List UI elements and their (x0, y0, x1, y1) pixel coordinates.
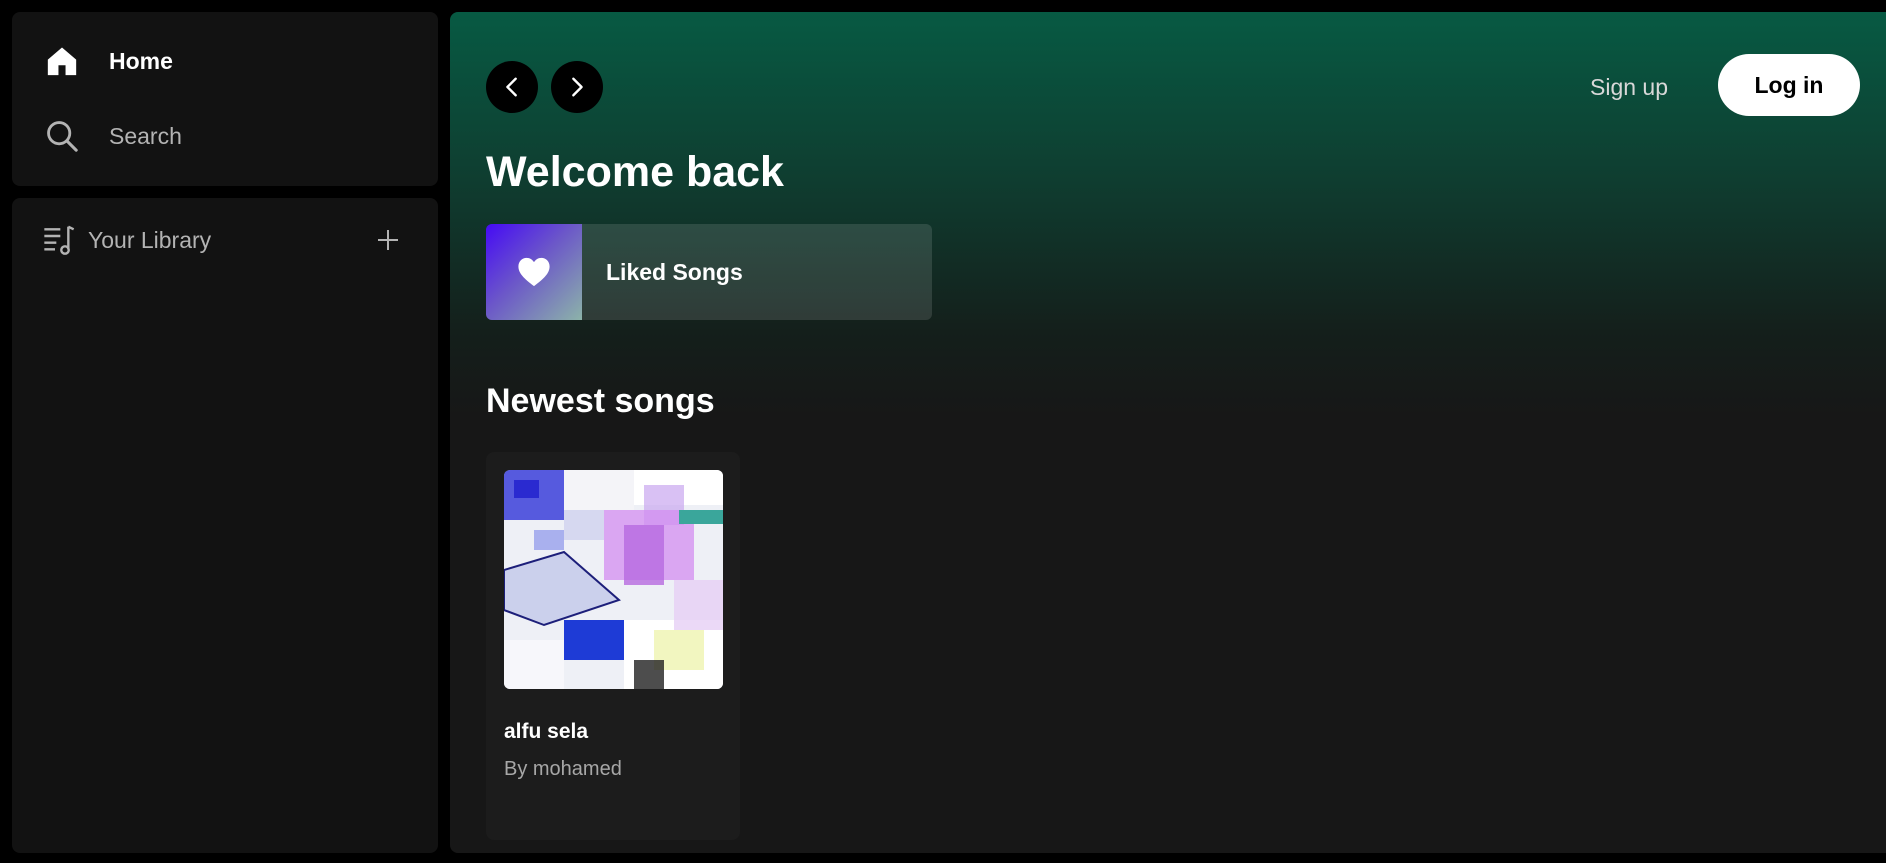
sidebar-item-label: Home (109, 47, 173, 74)
heart-icon (518, 257, 550, 287)
library-label: Your Library (88, 226, 212, 253)
main-content: Sign up Log in Welcome back Liked Songs … (450, 12, 1886, 853)
section-title: Newest songs (486, 382, 715, 420)
song-card[interactable]: alfu sela By mohamed (486, 452, 740, 840)
song-cover-image (504, 470, 723, 689)
library-icon (42, 223, 76, 257)
song-artist: By mohamed (504, 758, 622, 780)
app-window: Home Search Your Library Sign up Log in … (0, 0, 1886, 863)
login-button[interactable]: Log in (1718, 54, 1860, 116)
song-title: alfu sela (504, 720, 589, 743)
sidebar-item-search[interactable]: Search (44, 114, 404, 158)
sidebar-item-home[interactable]: Home (44, 39, 404, 83)
add-playlist-button[interactable] (370, 222, 406, 258)
library-panel: Your Library (12, 198, 438, 853)
liked-songs-card[interactable]: Liked Songs (486, 224, 932, 320)
signup-button[interactable]: Sign up (1590, 70, 1668, 104)
sidebar-nav: Home Search (12, 12, 438, 186)
home-icon (44, 43, 80, 79)
back-button[interactable] (486, 61, 538, 113)
liked-songs-label: Liked Songs (606, 258, 743, 285)
chevron-left-icon (506, 77, 517, 97)
library-header[interactable]: Your Library (42, 222, 422, 258)
liked-songs-cover (486, 224, 582, 320)
search-icon (44, 118, 80, 154)
page-title: Welcome back (486, 148, 784, 196)
plus-icon (378, 230, 398, 250)
forward-button[interactable] (551, 61, 603, 113)
sidebar-item-label: Search (109, 122, 182, 149)
chevron-right-icon (572, 77, 583, 97)
